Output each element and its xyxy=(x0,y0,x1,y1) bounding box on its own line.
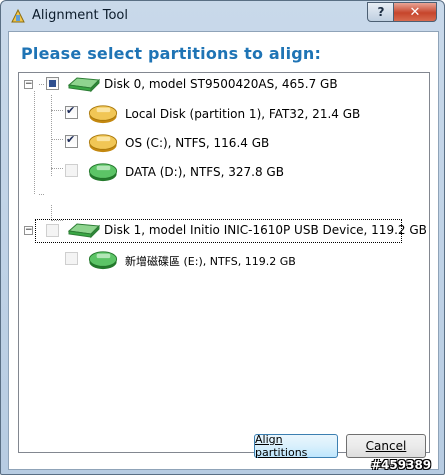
window-title: Alignment Tool xyxy=(32,8,128,23)
help-button[interactable]: ? xyxy=(367,2,395,22)
alignment-tool-window: Alignment Tool ? ✕ Please select partiti… xyxy=(0,0,445,475)
hard-disk-icon xyxy=(67,77,101,93)
tree-item-partition-1[interactable]: Local Disk (partition 1), FAT32, 21.4 GB xyxy=(19,101,427,124)
partition-icon xyxy=(88,251,118,270)
app-icon xyxy=(11,8,25,23)
dialog-body: Please select partitions to align: − Dis… xyxy=(8,31,439,470)
tree-item-partition-d[interactable]: DATA (D:), NTFS, 327.8 GB xyxy=(19,159,427,182)
tree-item-label: Disk 0, model ST9500420AS, 465.7 GB xyxy=(104,77,338,91)
title-bar[interactable]: Alignment Tool ? ✕ xyxy=(1,1,444,31)
tree-item-disk-1[interactable]: − Disk 1, model Initio INIC-1610P USB De… xyxy=(19,219,427,243)
page-title: Please select partitions to align: xyxy=(21,44,322,63)
cancel-label: Cancel xyxy=(365,439,407,453)
tree-item-disk-0[interactable]: − Disk 0, model ST9500420AS, 465.7 GB xyxy=(19,73,427,95)
tree-item-label: DATA (D:), NTFS, 327.8 GB xyxy=(125,165,284,179)
partition-e-checkbox[interactable] xyxy=(65,252,78,265)
tree-line xyxy=(51,205,52,220)
disk-0-checkbox[interactable] xyxy=(46,77,59,90)
watermark-text: #459389 xyxy=(371,458,432,472)
partition-icon xyxy=(88,163,118,182)
tree-item-partition-c[interactable]: OS (C:), NTFS, 116.4 GB xyxy=(19,130,427,153)
align-partitions-label: Align partitions xyxy=(255,433,308,459)
align-partitions-button[interactable]: Align partitions xyxy=(254,433,338,459)
close-button[interactable]: ✕ xyxy=(393,2,437,22)
partition-1-checkbox[interactable] xyxy=(65,104,78,119)
tree-item-label: Local Disk (partition 1), FAT32, 21.4 GB xyxy=(125,107,361,121)
partition-tree[interactable]: − Disk 0, model ST9500420AS, 465.7 GB Lo… xyxy=(18,72,430,453)
tree-line xyxy=(39,194,44,195)
partition-d-checkbox[interactable] xyxy=(65,164,78,177)
tree-item-label: OS (C:), NTFS, 116.4 GB xyxy=(125,136,270,150)
tree-item-label: Disk 1, model Initio INIC-1610P USB Devi… xyxy=(104,223,427,237)
cancel-button[interactable]: Cancel xyxy=(346,434,426,458)
collapse-toggle[interactable]: − xyxy=(24,80,33,89)
collapse-toggle[interactable]: − xyxy=(24,226,33,235)
disk-1-checkbox[interactable] xyxy=(46,224,59,237)
partition-icon xyxy=(88,134,118,153)
tree-item-label: 新增磁碟區 (E:), NTFS, 119.2 GB xyxy=(125,255,296,268)
partition-c-checkbox[interactable] xyxy=(65,133,78,148)
partition-icon xyxy=(88,105,118,124)
hard-disk-icon xyxy=(67,223,101,239)
tree-item-partition-e[interactable]: 新增磁碟區 (E:), NTFS, 119.2 GB xyxy=(19,247,427,270)
